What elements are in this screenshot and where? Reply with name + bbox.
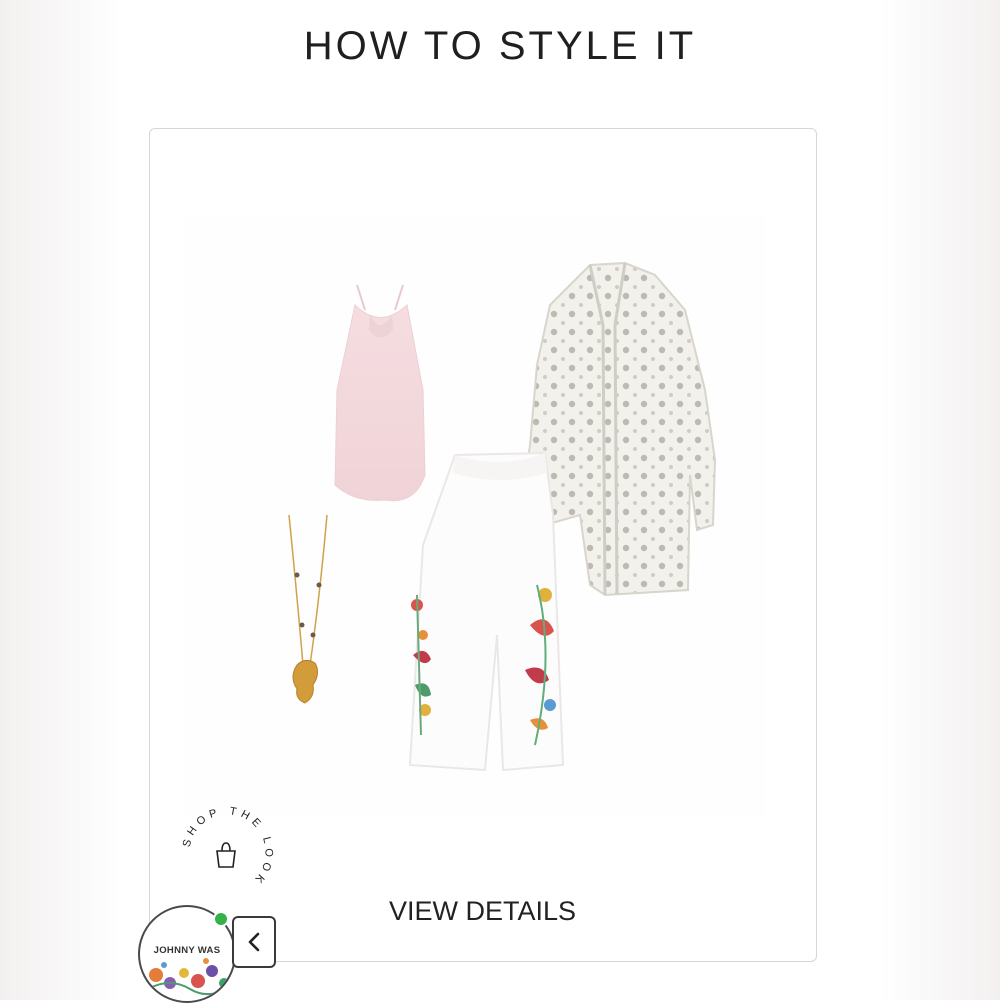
- gold-charm-necklace: [288, 514, 328, 704]
- online-status-indicator: [213, 911, 229, 927]
- view-details-button[interactable]: VIEW DETAILS: [340, 890, 625, 930]
- shopping-bag-icon: [216, 842, 236, 868]
- collapse-widget-button[interactable]: [232, 916, 276, 968]
- shop-the-look-label: SHOP THE LOOK: [181, 805, 271, 888]
- pink-cami-top: [334, 284, 426, 502]
- chevron-left-icon: [248, 932, 260, 952]
- page-title: HOW TO STYLE IT: [303, 24, 697, 68]
- outfit-image[interactable]: [185, 215, 765, 815]
- floral-decoration: [147, 958, 233, 996]
- embroidered-white-pants: [408, 451, 565, 772]
- svg-text:SHOP THE LOOK: SHOP THE LOOK: [181, 805, 275, 888]
- shop-the-look-button[interactable]: SHOP THE LOOK: [175, 800, 280, 905]
- right-background-blur: [880, 0, 1000, 1000]
- left-background-blur: [0, 0, 120, 1000]
